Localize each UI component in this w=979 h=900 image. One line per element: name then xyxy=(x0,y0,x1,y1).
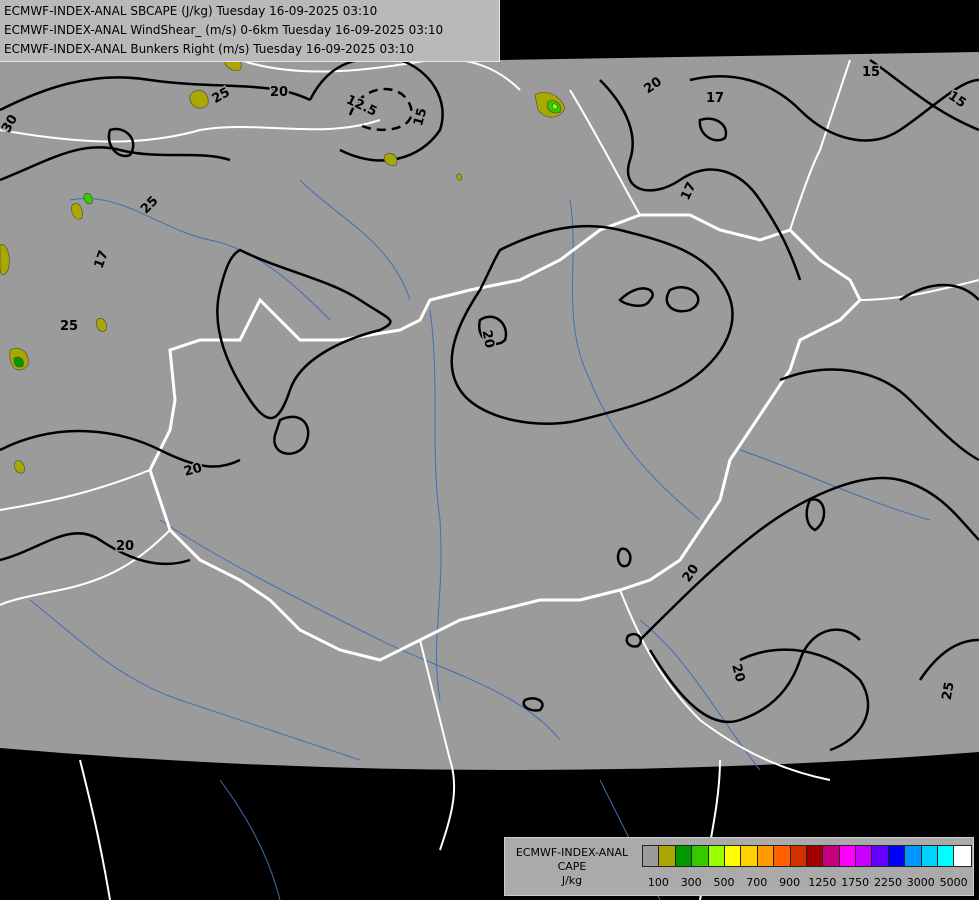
legend-tick-label: 100 xyxy=(647,876,669,889)
legend-swatch xyxy=(938,846,955,866)
legend-swatch xyxy=(659,846,676,866)
legend-swatch xyxy=(643,846,660,866)
legend-swatch xyxy=(954,846,971,866)
contour-label: 25 xyxy=(60,319,78,334)
cape-legend: ECMWF-INDEX-ANAL CAPE J/kg 100 300 500 700 9… xyxy=(504,837,974,896)
cape-patch xyxy=(456,173,462,181)
legend-swatch xyxy=(823,846,840,866)
legend-tick-label: 1750 xyxy=(841,876,870,889)
title-line-bunkers: ECMWF-INDEX-ANAL Bunkers Right (m/s) Tue… xyxy=(4,42,415,56)
legend-title: ECMWF-INDEX-ANAL CAPE J/kg xyxy=(505,846,639,888)
weather-map: 30 25 20 12.5 15 20 17 15 15 17 25 17 25… xyxy=(0,0,979,900)
legend-title-unit: J/kg xyxy=(561,874,583,887)
legend-title-variable: CAPE xyxy=(557,860,587,873)
legend-swatch xyxy=(774,846,791,866)
cape-patch xyxy=(189,89,209,109)
legend-swatch xyxy=(888,846,906,866)
outside-domain-top xyxy=(500,0,979,60)
legend-swatch xyxy=(741,846,758,866)
legend-swatch xyxy=(921,846,939,866)
legend-swatch xyxy=(839,846,857,866)
contour-label: 17 xyxy=(706,91,724,106)
legend-swatch xyxy=(872,846,889,866)
contour-label: 25 xyxy=(940,681,958,701)
legend-swatch xyxy=(692,846,709,866)
contour-label: 20 xyxy=(116,539,134,554)
legend-tick-label: 1250 xyxy=(808,876,837,889)
legend-tick-label: 3000 xyxy=(906,876,935,889)
legend-tick-label: 5000 xyxy=(939,876,968,889)
legend-tick-label: 500 xyxy=(713,876,735,889)
legend-swatch xyxy=(708,846,725,866)
map-viewer: 30 25 20 12.5 15 20 17 15 15 17 25 17 25… xyxy=(0,0,979,900)
legend-swatch xyxy=(856,846,873,866)
legend-swatch xyxy=(724,846,742,866)
legend-swatch xyxy=(905,846,922,866)
cape-patch xyxy=(551,103,558,110)
contour-label: 20 xyxy=(479,329,497,349)
legend-tick-label: 300 xyxy=(680,876,702,889)
contour-label: 15 xyxy=(862,65,880,80)
legend-tick-label: 700 xyxy=(746,876,768,889)
legend-color-scale xyxy=(642,845,972,867)
legend-tick-label: 900 xyxy=(779,876,801,889)
legend-title-model: ECMWF-INDEX-ANAL xyxy=(515,846,629,859)
contour-label: 20 xyxy=(270,85,288,100)
title-line-sbcape: ECMWF-INDEX-ANAL SBCAPE (J/kg) Tuesday 1… xyxy=(4,4,378,18)
legend-swatch xyxy=(675,846,693,866)
title-line-windshear: ECMWF-INDEX-ANAL WindShear_ (m/s) 0-6km … xyxy=(4,23,444,37)
legend-swatch xyxy=(757,846,775,866)
map-title-box: ECMWF-INDEX-ANAL SBCAPE (J/kg) Tuesday 1… xyxy=(0,0,500,62)
legend-swatch xyxy=(806,846,824,866)
legend-swatch xyxy=(790,846,807,866)
legend-tick-label: 2250 xyxy=(874,876,902,889)
